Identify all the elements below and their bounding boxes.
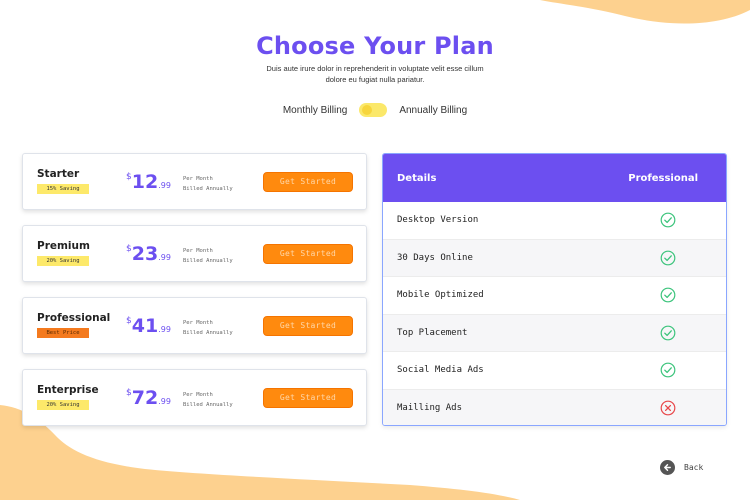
back-button[interactable]: Back <box>660 460 703 475</box>
plan-price: $23.99 <box>126 243 171 265</box>
price-amount: 72 <box>131 387 159 409</box>
price-currency: $ <box>126 244 132 254</box>
check-circle-icon <box>660 212 676 228</box>
price-currency: $ <box>126 388 132 398</box>
details-plan-label: Professional <box>628 172 698 184</box>
billing-period-line2: Billed Annually <box>183 330 233 336</box>
arrow-left-icon <box>660 460 675 475</box>
plan-name: Enterprise <box>37 384 99 396</box>
price-cents: .99 <box>158 181 171 190</box>
billing-period: Per Month Billed Annually <box>183 390 233 410</box>
plan-price: $72.99 <box>126 387 171 409</box>
feature-list: Desktop Version 30 Days Online Mobile Opti… <box>383 202 726 425</box>
feature-name: Top Placement <box>397 327 468 338</box>
page-subtitle: Duis aute irure dolor in reprehenderit i… <box>266 64 484 84</box>
feature-name: Social Media Ads <box>397 365 484 376</box>
billing-period: Per Month Billed Annually <box>183 246 233 266</box>
price-amount: 41 <box>131 315 159 337</box>
plan-badge: 15% Saving <box>37 184 89 194</box>
billing-period-line1: Per Month <box>183 320 213 326</box>
billing-period-line1: Per Month <box>183 248 213 254</box>
get-started-button[interactable]: Get Started <box>263 388 353 408</box>
plan-name: Professional <box>37 312 111 324</box>
plan-card-premium: Premium 20% Saving $23.99 Per Month Bill… <box>22 225 367 282</box>
toggle-knob <box>362 105 373 115</box>
billing-period-line1: Per Month <box>183 176 213 182</box>
plan-badge: 20% Saving <box>37 400 89 410</box>
plan-badge: Best Price <box>37 328 89 338</box>
billing-period-line1: Per Month <box>183 392 213 398</box>
billing-period: Per Month Billed Annually <box>183 174 233 194</box>
monthly-billing-label[interactable]: Monthly Billing <box>283 105 347 116</box>
price-cents: .99 <box>158 397 171 406</box>
annual-billing-label[interactable]: Annually Billing <box>399 105 467 116</box>
plan-price: $41.99 <box>126 315 171 337</box>
back-label: Back <box>684 463 704 472</box>
billing-toggle[interactable] <box>359 103 388 117</box>
x-circle-icon <box>660 400 676 416</box>
feature-row: 30 Days Online <box>383 239 726 277</box>
plan-card-enterprise: Enterprise 20% Saving $72.99 Per Month B… <box>22 369 367 426</box>
get-started-button[interactable]: Get Started <box>263 316 353 336</box>
check-circle-icon <box>660 287 676 303</box>
page-title: Choose Your Plan <box>256 32 494 60</box>
details-header-label: Details <box>397 172 437 184</box>
billing-period-line2: Billed Annually <box>183 402 233 408</box>
price-cents: .99 <box>158 253 171 262</box>
billing-toggle-group: Monthly Billing Annually Billing <box>0 103 750 117</box>
plan-card-professional: Professional Best Price $41.99 Per Month… <box>22 297 367 354</box>
plan-name: Starter <box>37 168 80 180</box>
plan-price: $12.99 <box>126 171 171 193</box>
plan-badge: 20% Saving <box>37 256 89 266</box>
feature-name: Mobile Optimized <box>397 290 484 301</box>
billing-period-line2: Billed Annually <box>183 258 233 264</box>
feature-row: Mailling Ads <box>383 389 726 425</box>
feature-name: 30 Days Online <box>397 252 473 263</box>
billing-period-line2: Billed Annually <box>183 186 233 192</box>
get-started-button[interactable]: Get Started <box>263 172 353 192</box>
feature-row: Top Placement <box>383 314 726 352</box>
plan-details-table: Details Professional Desktop Version 30 D… <box>382 153 727 426</box>
check-circle-icon <box>660 325 676 341</box>
price-cents: .99 <box>158 325 171 334</box>
feature-name: Desktop Version <box>397 215 479 226</box>
check-circle-icon <box>660 250 676 266</box>
plan-card-starter: Starter 15% Saving $12.99 Per Month Bill… <box>22 153 367 210</box>
feature-row: Social Media Ads <box>383 352 726 390</box>
feature-row: Desktop Version <box>383 202 726 240</box>
feature-row: Mobile Optimized <box>383 277 726 315</box>
billing-period: Per Month Billed Annually <box>183 318 233 338</box>
feature-name: Mailling Ads <box>397 403 463 414</box>
price-currency: $ <box>126 316 132 326</box>
plan-name: Premium <box>37 240 90 252</box>
check-circle-icon <box>660 362 676 378</box>
price-currency: $ <box>126 172 132 182</box>
get-started-button[interactable]: Get Started <box>263 244 353 264</box>
price-amount: 23 <box>131 243 159 265</box>
details-header: Details Professional <box>383 154 726 202</box>
price-amount: 12 <box>131 171 159 193</box>
